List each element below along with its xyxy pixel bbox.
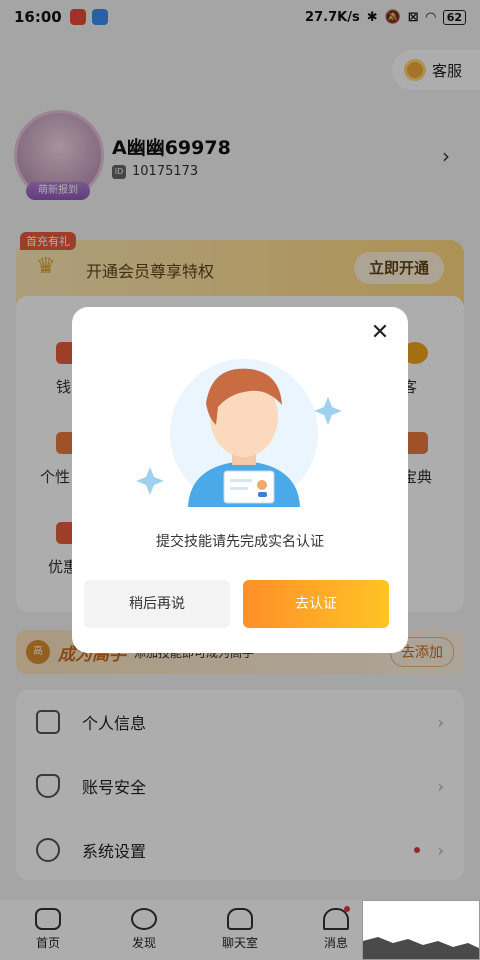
verification-message: 提交技能请先完成实名认证 xyxy=(156,534,324,550)
id-verification-illustration xyxy=(136,359,342,507)
later-button[interactable]: 稍后再说 xyxy=(84,580,230,628)
close-icon[interactable]: ✕ xyxy=(368,321,392,345)
verification-dialog: ✕ 提交技能请先完成实名认证 稍后再说 去认证 xyxy=(72,307,408,653)
verify-button[interactable]: 去认证 xyxy=(243,580,389,628)
thumbnail-image xyxy=(363,901,479,959)
screenshot-thumbnail[interactable] xyxy=(362,900,480,960)
